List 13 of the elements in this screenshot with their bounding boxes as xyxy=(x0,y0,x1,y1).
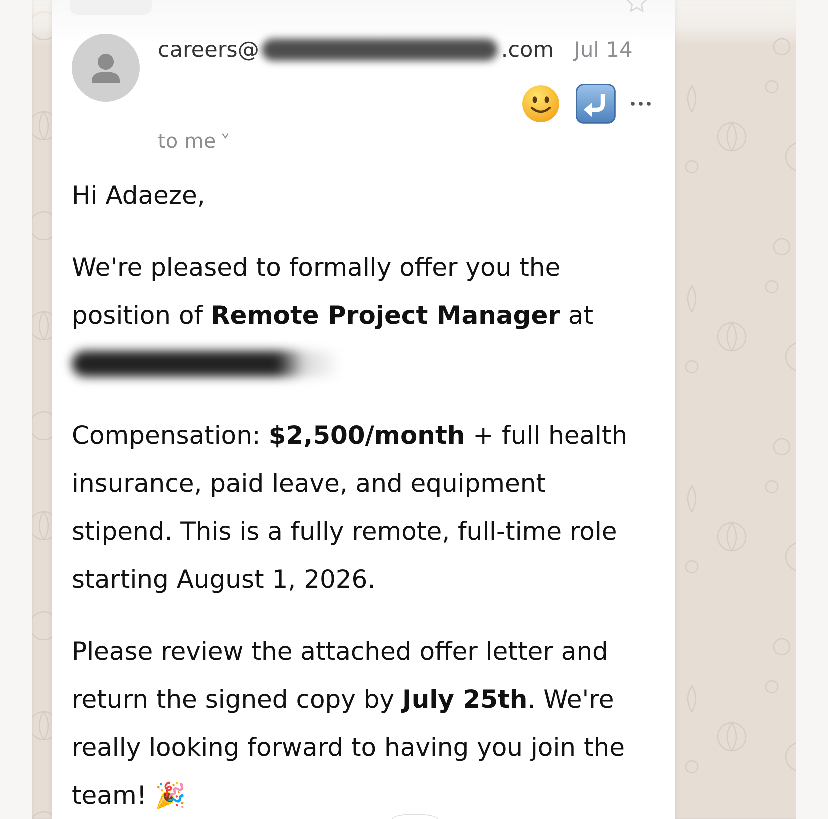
message-paragraph: Please review the attached offer letter and return the signed copy by July 25th. We're really looking forward to having you join the team! 🎉 xyxy=(72,637,625,810)
chevron-down-icon xyxy=(222,133,230,139)
message-paragraph: Compensation: $2,500/month + full health insurance, paid leave, and equipment stipend. This is a fully remote, full-time role starting August 1, 2026. xyxy=(72,421,628,594)
smiley-icon[interactable] xyxy=(522,85,560,123)
recipient-toggle[interactable]: to me xyxy=(158,129,230,153)
sender-address: .com xyxy=(501,38,554,62)
message-paragraph: We're pleased to formally offer you the position of Remote Project Manager at xyxy=(72,253,594,330)
message-date: Jul 14 xyxy=(574,38,633,62)
message-paragraph: Hi Adaeze, xyxy=(72,181,206,210)
sender-address: careers@ xyxy=(158,38,260,62)
star-icon[interactable] xyxy=(626,0,648,14)
more-icon[interactable] xyxy=(630,101,652,107)
avatar-icon xyxy=(72,34,140,102)
